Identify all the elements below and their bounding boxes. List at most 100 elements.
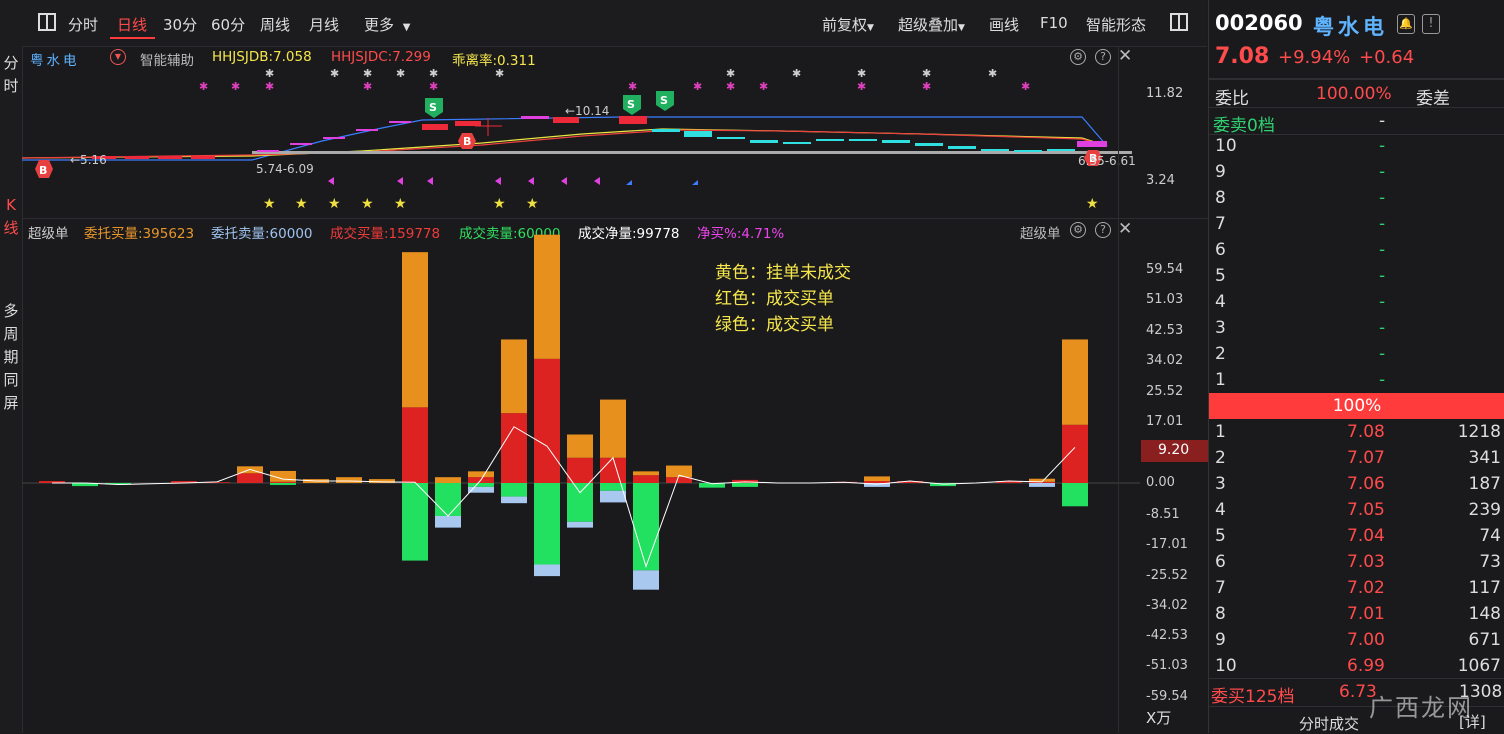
super-order-panel: 超级单 委托买量:395623 委托卖量:60000 成交买量:159778 成… xyxy=(22,218,1209,733)
buy-level-row[interactable]: 1 7.08 1218 xyxy=(1209,419,1504,445)
sell-header-row: 委卖0档 - xyxy=(1209,108,1504,136)
dropdown-arrow-icon: ▼ xyxy=(402,22,411,33)
level-price: 7.08 xyxy=(1347,422,1385,442)
tab-monthly[interactable]: 月线 xyxy=(309,14,339,35)
ratio-bar: 100% xyxy=(1209,393,1504,419)
range-left-annotation: 5.74-6.09 xyxy=(256,162,314,176)
dropdown-arrow-icon: ▼ xyxy=(958,23,965,33)
axis-tick-label: -17.01 xyxy=(1146,537,1188,552)
pending-buy-bar xyxy=(600,399,626,458)
sell-level-row[interactable]: 2- xyxy=(1209,341,1504,367)
smart-pattern-button[interactable]: 智能形态 xyxy=(1086,14,1146,35)
sell-level-row[interactable]: 10 - xyxy=(1209,133,1504,159)
svg-text:✱: ✱ xyxy=(396,67,405,80)
deal-buy-bar xyxy=(534,358,560,483)
svg-text:✱: ✱ xyxy=(330,67,339,80)
axis-tick-label: 25.52 xyxy=(1146,384,1184,399)
yellow-star-markers: ★ ★ ★ ★ ★ ★ ★ ★ xyxy=(263,196,1099,212)
sell-level-row[interactable]: 3- xyxy=(1209,315,1504,341)
level-price: - xyxy=(1379,292,1386,312)
unit-label: X万 xyxy=(1146,709,1172,727)
pending-sell-bar xyxy=(567,521,593,528)
svg-text:★: ★ xyxy=(361,196,374,212)
level-price: 6.99 xyxy=(1347,656,1385,676)
axis-tick-label: -25.52 xyxy=(1146,568,1188,583)
kline-panel: 粤水电 ▼ 智能辅助 HHJSJDB:7.058 HHJSJDC:7.299 乖… xyxy=(22,46,1208,219)
sell-level-row[interactable]: 7- xyxy=(1209,211,1504,237)
level-number: 6 xyxy=(1215,240,1226,260)
buy-level-row[interactable]: 5 7.04 74 xyxy=(1209,523,1504,549)
f10-button[interactable]: F10 xyxy=(1040,14,1068,32)
sell-level-row[interactable]: 1- xyxy=(1209,367,1504,393)
buy-level-row[interactable]: 3 7.06 187 xyxy=(1209,471,1504,497)
svg-text:✱: ✱ xyxy=(495,67,504,80)
tab-rixian[interactable]: 日线 xyxy=(117,14,147,35)
svg-text:✱: ✱ xyxy=(726,80,735,93)
sell-level-row[interactable]: 4- xyxy=(1209,289,1504,315)
level-volume: 1067 xyxy=(1457,656,1501,676)
axis-tick-label: 34.02 xyxy=(1146,353,1184,368)
buy-level-row[interactable]: 7 7.02 117 xyxy=(1209,575,1504,601)
sell-level-row[interactable]: 9- xyxy=(1209,159,1504,185)
pending-buy-bar xyxy=(864,476,890,482)
level-number: 5 xyxy=(1215,526,1226,546)
tab-weekly[interactable]: 周线 xyxy=(260,14,290,35)
alert-icon[interactable]: ! xyxy=(1422,14,1440,34)
sell-level-row[interactable]: 6- xyxy=(1209,237,1504,263)
pending-buy-bar xyxy=(402,252,428,408)
tab-30min[interactable]: 30分 xyxy=(163,14,197,35)
tab-60min[interactable]: 60分 xyxy=(211,14,245,35)
level-price: 7.02 xyxy=(1347,578,1385,598)
svg-text:✱: ✱ xyxy=(922,67,931,80)
buy-level-row[interactable]: 10 6.99 1067 xyxy=(1209,653,1504,679)
dropdown-arrow-icon: ▼ xyxy=(867,23,874,33)
buy-level-row[interactable]: 4 7.05 239 xyxy=(1209,497,1504,523)
bell-icon[interactable]: 🔔 xyxy=(1397,14,1415,34)
buy-level-row[interactable]: 8 7.01 148 xyxy=(1209,601,1504,627)
level-volume: 117 xyxy=(1468,578,1501,598)
deal-sell-bar xyxy=(633,483,659,571)
fuquan-dropdown[interactable]: 前复权▼ xyxy=(822,14,874,35)
svg-text:✱: ✱ xyxy=(988,67,997,80)
level-volume: 187 xyxy=(1468,474,1501,494)
level-price: - xyxy=(1379,240,1386,260)
svg-text:✱: ✱ xyxy=(759,80,768,93)
level-price: 7.01 xyxy=(1347,604,1385,624)
buy-level-row[interactable]: 9 7.00 671 xyxy=(1209,627,1504,653)
axis-tick-label: -51.03 xyxy=(1146,658,1188,673)
deal-buy-bar xyxy=(600,457,626,483)
level-number: 4 xyxy=(1215,500,1226,520)
pending-buy-bar xyxy=(567,434,593,458)
pending-buy-bar xyxy=(336,477,362,483)
level-price: 7.03 xyxy=(1347,552,1385,572)
buy-level-row[interactable]: 2 7.07 341 xyxy=(1209,445,1504,471)
change-value: +0.64 xyxy=(1359,47,1415,68)
deal-buy-bar xyxy=(1062,424,1088,483)
sell-level-row[interactable]: 5- xyxy=(1209,263,1504,289)
trade-detail-tab[interactable]: 分时成交 xyxy=(1299,713,1359,734)
tab-fenshi[interactable]: 分时 xyxy=(68,14,98,35)
overlay-dropdown[interactable]: 超级叠加▼ xyxy=(898,14,965,35)
svg-text:✱: ✱ xyxy=(429,80,438,93)
svg-text:B: B xyxy=(463,135,471,148)
svg-text:S: S xyxy=(627,98,635,111)
side-tab-fenshi[interactable]: 分时 xyxy=(2,52,20,98)
axis-tick-label: 59.54 xyxy=(1146,262,1184,277)
svg-text:✱: ✱ xyxy=(1021,80,1030,93)
side-tab-multi-period[interactable]: 多周期同屏 xyxy=(2,300,20,415)
sell-level-row[interactable]: 8- xyxy=(1209,185,1504,211)
level-price: - xyxy=(1379,266,1386,286)
draw-line-button[interactable]: 画线 xyxy=(989,14,1019,35)
current-value-marker: 9.20 xyxy=(1141,440,1209,462)
level-price: 7.00 xyxy=(1347,630,1385,650)
level-price: - xyxy=(1379,370,1386,390)
axis-tick-label: 42.53 xyxy=(1146,323,1184,338)
more-dropdown[interactable]: 更多 ▼ xyxy=(364,14,411,35)
buy-level-row[interactable]: 6 7.03 73 xyxy=(1209,549,1504,575)
level-price: - xyxy=(1379,318,1386,338)
divider xyxy=(1209,78,1504,80)
weibi-value: 100.00% xyxy=(1316,84,1392,104)
sidebar-toggle-icon[interactable] xyxy=(1170,13,1188,31)
panel-toggle-icon[interactable] xyxy=(38,13,56,31)
side-tab-kxian[interactable]: K线 xyxy=(2,194,20,240)
